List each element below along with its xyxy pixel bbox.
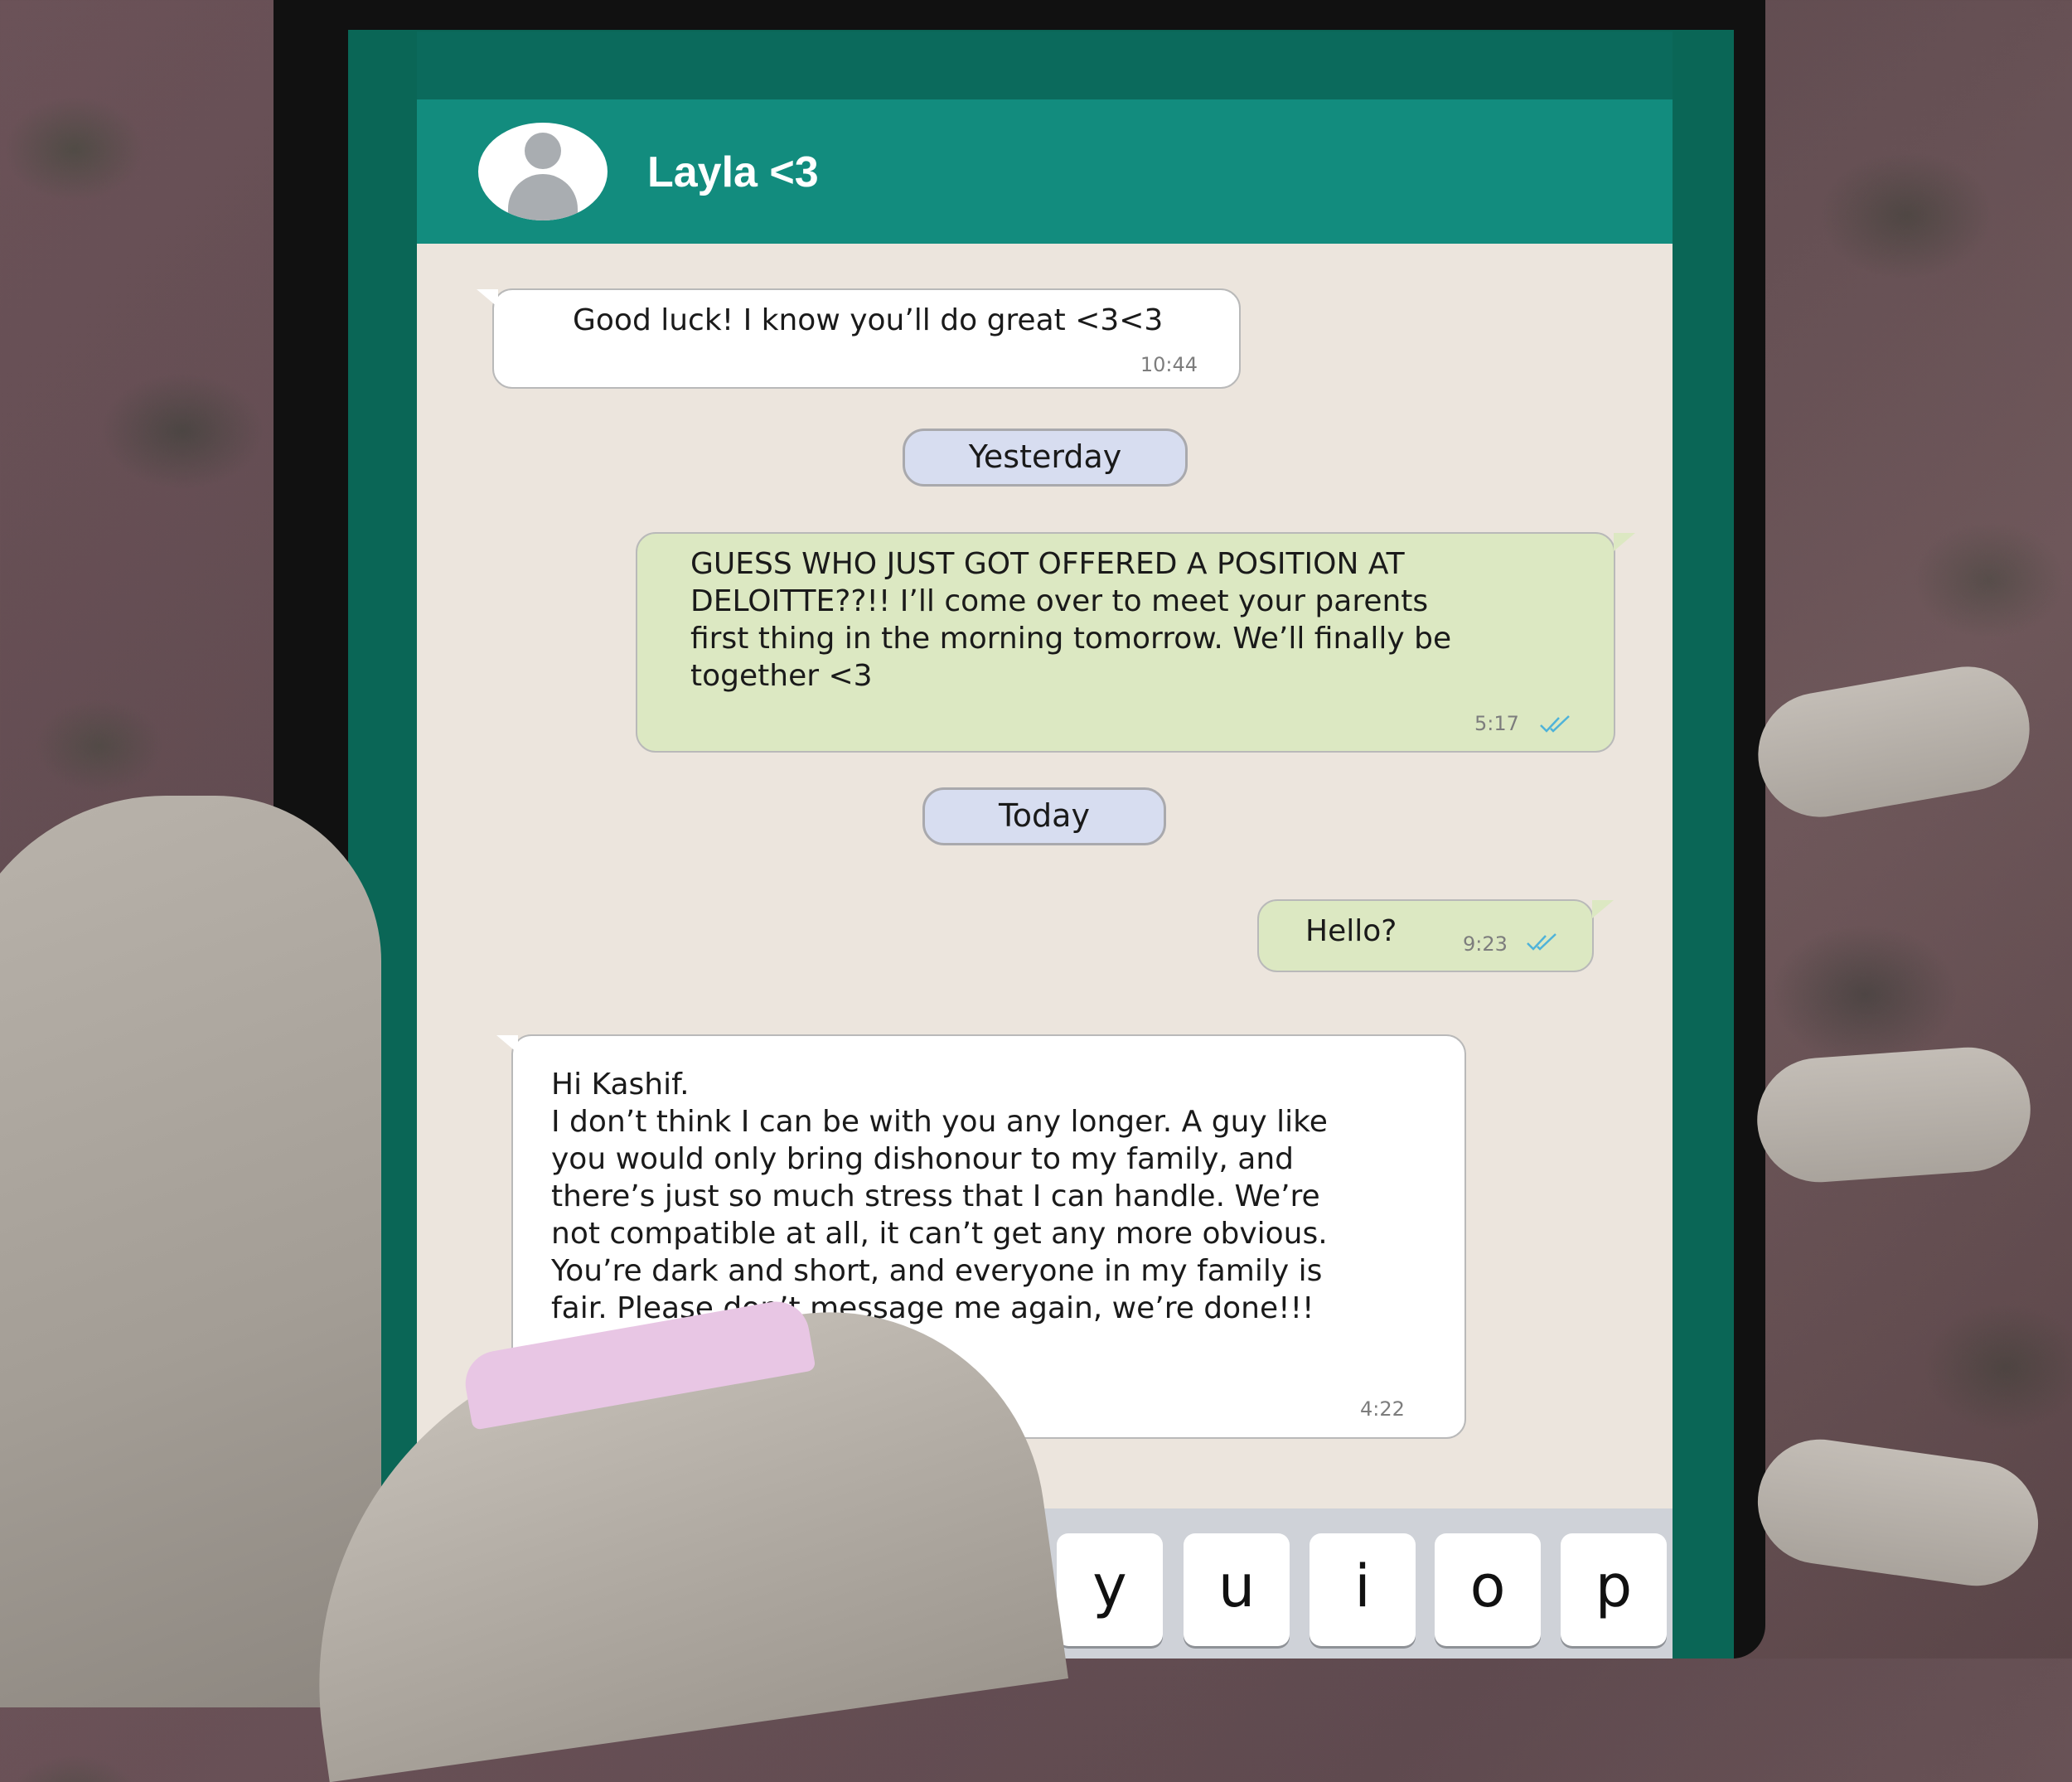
message-time: 4:22: [1360, 1397, 1405, 1421]
message-bubble-outgoing[interactable]: GUESS WHO JUST GOT OFFERED A POSITION AT…: [636, 532, 1615, 753]
status-bar: [417, 31, 1673, 99]
bubble-tail: [1592, 900, 1614, 918]
finger: [1753, 1043, 2035, 1187]
message-text: Hello?: [1305, 914, 1397, 948]
avatar-shoulders: [508, 174, 578, 220]
left-hand: [0, 796, 381, 1707]
message-time: 10:44: [1140, 353, 1198, 376]
key-o[interactable]: o: [1435, 1533, 1541, 1646]
message-bubble-incoming[interactable]: Good luck! I know you’ll do great <3<3 1…: [492, 288, 1241, 389]
message-text: Hi Kashif. I don’t think I can be with y…: [551, 1068, 1328, 1325]
message-bubble-outgoing[interactable]: Hello? 9:23: [1257, 899, 1594, 972]
bubble-tail: [496, 1035, 518, 1053]
key-y[interactable]: y: [1057, 1533, 1163, 1646]
key-u[interactable]: u: [1184, 1533, 1290, 1646]
key-i[interactable]: i: [1310, 1533, 1416, 1646]
bubble-tail: [477, 289, 498, 307]
chat-header[interactable]: Layla <3: [417, 99, 1673, 244]
date-separator: Today: [922, 787, 1166, 845]
bubble-tail: [1614, 533, 1635, 551]
message-text: Good luck! I know you’ll do great <3<3: [573, 303, 1164, 337]
contact-name[interactable]: Layla <3: [647, 148, 819, 197]
finger: [1750, 1431, 2046, 1594]
avatar-head: [525, 133, 561, 169]
date-separator: Yesterday: [903, 429, 1188, 487]
message-time: 5:17: [1474, 712, 1519, 735]
finger: [1748, 656, 2040, 827]
message-text: GUESS WHO JUST GOT OFFERED A POSITION AT…: [690, 547, 1452, 693]
message-time: 9:23: [1463, 932, 1508, 956]
contact-avatar-icon[interactable]: [478, 123, 608, 220]
double-check-icon: [1540, 715, 1570, 733]
key-p[interactable]: p: [1561, 1533, 1667, 1646]
double-check-icon: [1527, 933, 1556, 951]
